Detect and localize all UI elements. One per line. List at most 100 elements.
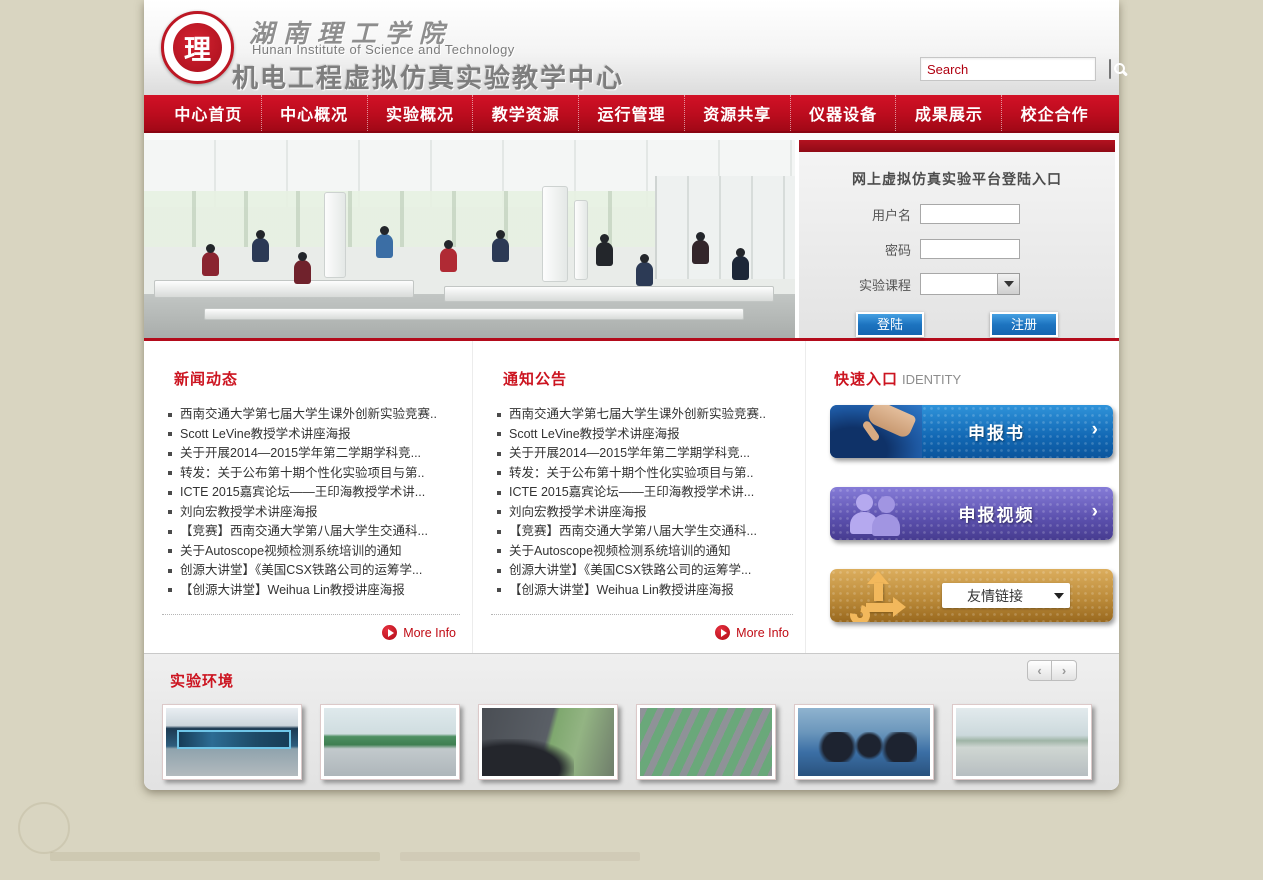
username-label: 用户名	[799, 205, 911, 224]
notices-title: 通知公告	[503, 368, 793, 389]
news-item[interactable]: 【竞赛】西南交通大学第八届大学生交通科...	[162, 522, 460, 542]
footer-faint-logo	[18, 802, 70, 854]
notices-list: 西南交通大学第七届大学生课外创新实验竞赛.. Scott LeVine教授学术讲…	[491, 405, 793, 600]
notice-item[interactable]: 关于开展2014—2015学年第二学期学科竞...	[491, 444, 793, 464]
bullet-icon	[497, 452, 501, 456]
nav-item-experiment[interactable]: 实验概况	[367, 95, 473, 131]
login-panel: 网上虚拟仿真实验平台登陆入口 用户名 密码 实验课程	[795, 140, 1119, 338]
bullet-icon	[168, 452, 172, 456]
password-input[interactable]	[920, 239, 1020, 259]
bullet-icon	[168, 413, 172, 417]
search-icon[interactable]	[1109, 59, 1111, 79]
login-panel-topbar	[799, 140, 1115, 152]
gallery-thumb-console-lab-2[interactable]	[952, 704, 1092, 780]
gallery-next-button[interactable]: ›	[1052, 660, 1077, 681]
bullet-icon	[168, 471, 172, 475]
news-item[interactable]: 刘向宏教授学术讲座海报	[162, 503, 460, 523]
bullet-icon	[168, 510, 172, 514]
nav-item-cooperation[interactable]: 校企合作	[1001, 95, 1107, 131]
gallery-title: 实验环境	[170, 670, 1101, 691]
notice-item[interactable]: Scott LeVine教授学术讲座海报	[491, 425, 793, 445]
dotted-divider	[162, 614, 460, 615]
notices-more-link[interactable]: More Info	[491, 625, 789, 640]
news-item[interactable]: ICTE 2015嘉宾论坛——王印海教授学术讲...	[162, 483, 460, 503]
news-item[interactable]: 关于开展2014—2015学年第二学期学科竞...	[162, 444, 460, 464]
content: 新闻动态 西南交通大学第七届大学生课外创新实验竞赛.. Scott LeVine…	[144, 341, 1119, 653]
gallery-prev-button[interactable]: ‹	[1027, 660, 1052, 681]
bullet-icon	[497, 510, 501, 514]
notice-item[interactable]: 刘向宏教授学术讲座海报	[491, 503, 793, 523]
main-nav: 中心首页 中心概况 实验概况 教学资源 运行管理 资源共享 仪器设备 成果展示 …	[144, 95, 1119, 133]
dotted-divider	[491, 614, 793, 615]
banner-gap	[144, 133, 1119, 140]
gallery-thumbs	[162, 704, 1101, 780]
gallery-thumb-control-room[interactable]	[162, 704, 302, 780]
notices-section: 通知公告 西南交通大学第七届大学生课外创新实验竞赛.. Scott LeVine…	[491, 341, 806, 653]
report-video-button[interactable]: 申报视频 ›	[830, 487, 1113, 540]
news-section: 新闻动态 西南交通大学第七届大学生课外创新实验竞赛.. Scott LeVine…	[162, 341, 473, 653]
news-list: 西南交通大学第七届大学生课外创新实验竞赛.. Scott LeVine教授学术讲…	[162, 405, 460, 600]
search-box	[920, 57, 1096, 81]
page-title: 机电工程虚拟仿真实验教学中心	[232, 58, 624, 95]
bullet-icon	[497, 549, 501, 553]
bullet-icon	[497, 432, 501, 436]
gallery-pager: ‹ ›	[1027, 660, 1077, 681]
nav-item-resources[interactable]: 教学资源	[472, 95, 578, 131]
notice-item[interactable]: 关于Autoscope视频检测系统培训的通知	[491, 542, 793, 562]
login-title: 网上虚拟仿真实验平台登陆入口	[799, 169, 1115, 189]
play-icon	[382, 625, 397, 640]
news-item[interactable]: 关于Autoscope视频检测系统培训的通知	[162, 542, 460, 562]
bullet-icon	[168, 491, 172, 495]
nav-item-operation[interactable]: 运行管理	[578, 95, 684, 131]
register-button[interactable]: 注册	[990, 312, 1058, 337]
search-input[interactable]	[921, 59, 1109, 79]
bullet-icon	[168, 432, 172, 436]
chevron-down-icon[interactable]	[998, 273, 1020, 295]
gallery-thumb-console-lab[interactable]	[320, 704, 460, 780]
chevron-right-icon: ›	[1092, 419, 1098, 441]
lab-photo	[144, 140, 795, 338]
news-title: 新闻动态	[174, 368, 460, 389]
report-form-button[interactable]: 申报书 ›	[830, 405, 1113, 458]
course-select[interactable]	[920, 273, 1020, 295]
username-input[interactable]	[920, 204, 1020, 224]
course-label: 实验课程	[799, 275, 911, 294]
notice-item[interactable]: 转发：关于公布第十期个性化实验项目与第..	[491, 464, 793, 484]
notice-item[interactable]: 【竞赛】西南交通大学第八届大学生交通科...	[491, 522, 793, 542]
nav-item-sharing[interactable]: 资源共享	[684, 95, 790, 131]
branching-arrows-icon	[848, 573, 918, 619]
gallery-thumb-computer-lab[interactable]	[794, 704, 934, 780]
chevron-down-icon[interactable]	[1048, 587, 1070, 604]
news-item[interactable]: 创源大讲堂】《美国CSX铁路公司的运筹学...	[162, 561, 460, 581]
nav-item-achievements[interactable]: 成果展示	[895, 95, 1001, 131]
notice-item[interactable]: 【创源大讲堂】Weihua Lin教授讲座海报	[491, 581, 793, 601]
login-form: 用户名 密码 实验课程 登陆 注册	[799, 203, 1115, 337]
news-item[interactable]: 西南交通大学第七届大学生课外创新实验竞赛..	[162, 405, 460, 425]
quick-entry-title: 快速入口IDENTITY	[834, 368, 1119, 389]
password-label: 密码	[799, 240, 911, 259]
bullet-icon	[168, 588, 172, 592]
login-button[interactable]: 登陆	[856, 312, 924, 337]
nav-item-equipment[interactable]: 仪器设备	[790, 95, 896, 131]
bullet-icon	[497, 569, 501, 573]
people-icon	[852, 494, 914, 538]
bullet-icon	[168, 549, 172, 553]
notice-item[interactable]: ICTE 2015嘉宾论坛——王印海教授学术讲...	[491, 483, 793, 503]
notice-item[interactable]: 西南交通大学第七届大学生课外创新实验竞赛..	[491, 405, 793, 425]
school-seal-icon: 理	[173, 23, 222, 72]
gallery-thumb-driving-simulator[interactable]	[478, 704, 618, 780]
news-item[interactable]: 【创源大讲堂】Weihua Lin教授讲座海报	[162, 581, 460, 601]
nav-item-home[interactable]: 中心首页	[156, 95, 261, 131]
notice-item[interactable]: 创源大讲堂】《美国CSX铁路公司的运筹学...	[491, 561, 793, 581]
bullet-icon	[168, 569, 172, 573]
news-more-link[interactable]: More Info	[162, 625, 456, 640]
nav-item-overview[interactable]: 中心概况	[261, 95, 367, 131]
friend-links-select[interactable]: 友情链接	[942, 583, 1070, 608]
chevron-right-icon: ›	[1092, 501, 1098, 523]
course-select-value[interactable]	[920, 273, 998, 295]
gallery-thumb-model-railway[interactable]	[636, 704, 776, 780]
footer-faint-text	[50, 852, 380, 861]
news-item[interactable]: Scott LeVine教授学术讲座海报	[162, 425, 460, 445]
news-item[interactable]: 转发：关于公布第十期个性化实验项目与第..	[162, 464, 460, 484]
bullet-icon	[497, 471, 501, 475]
